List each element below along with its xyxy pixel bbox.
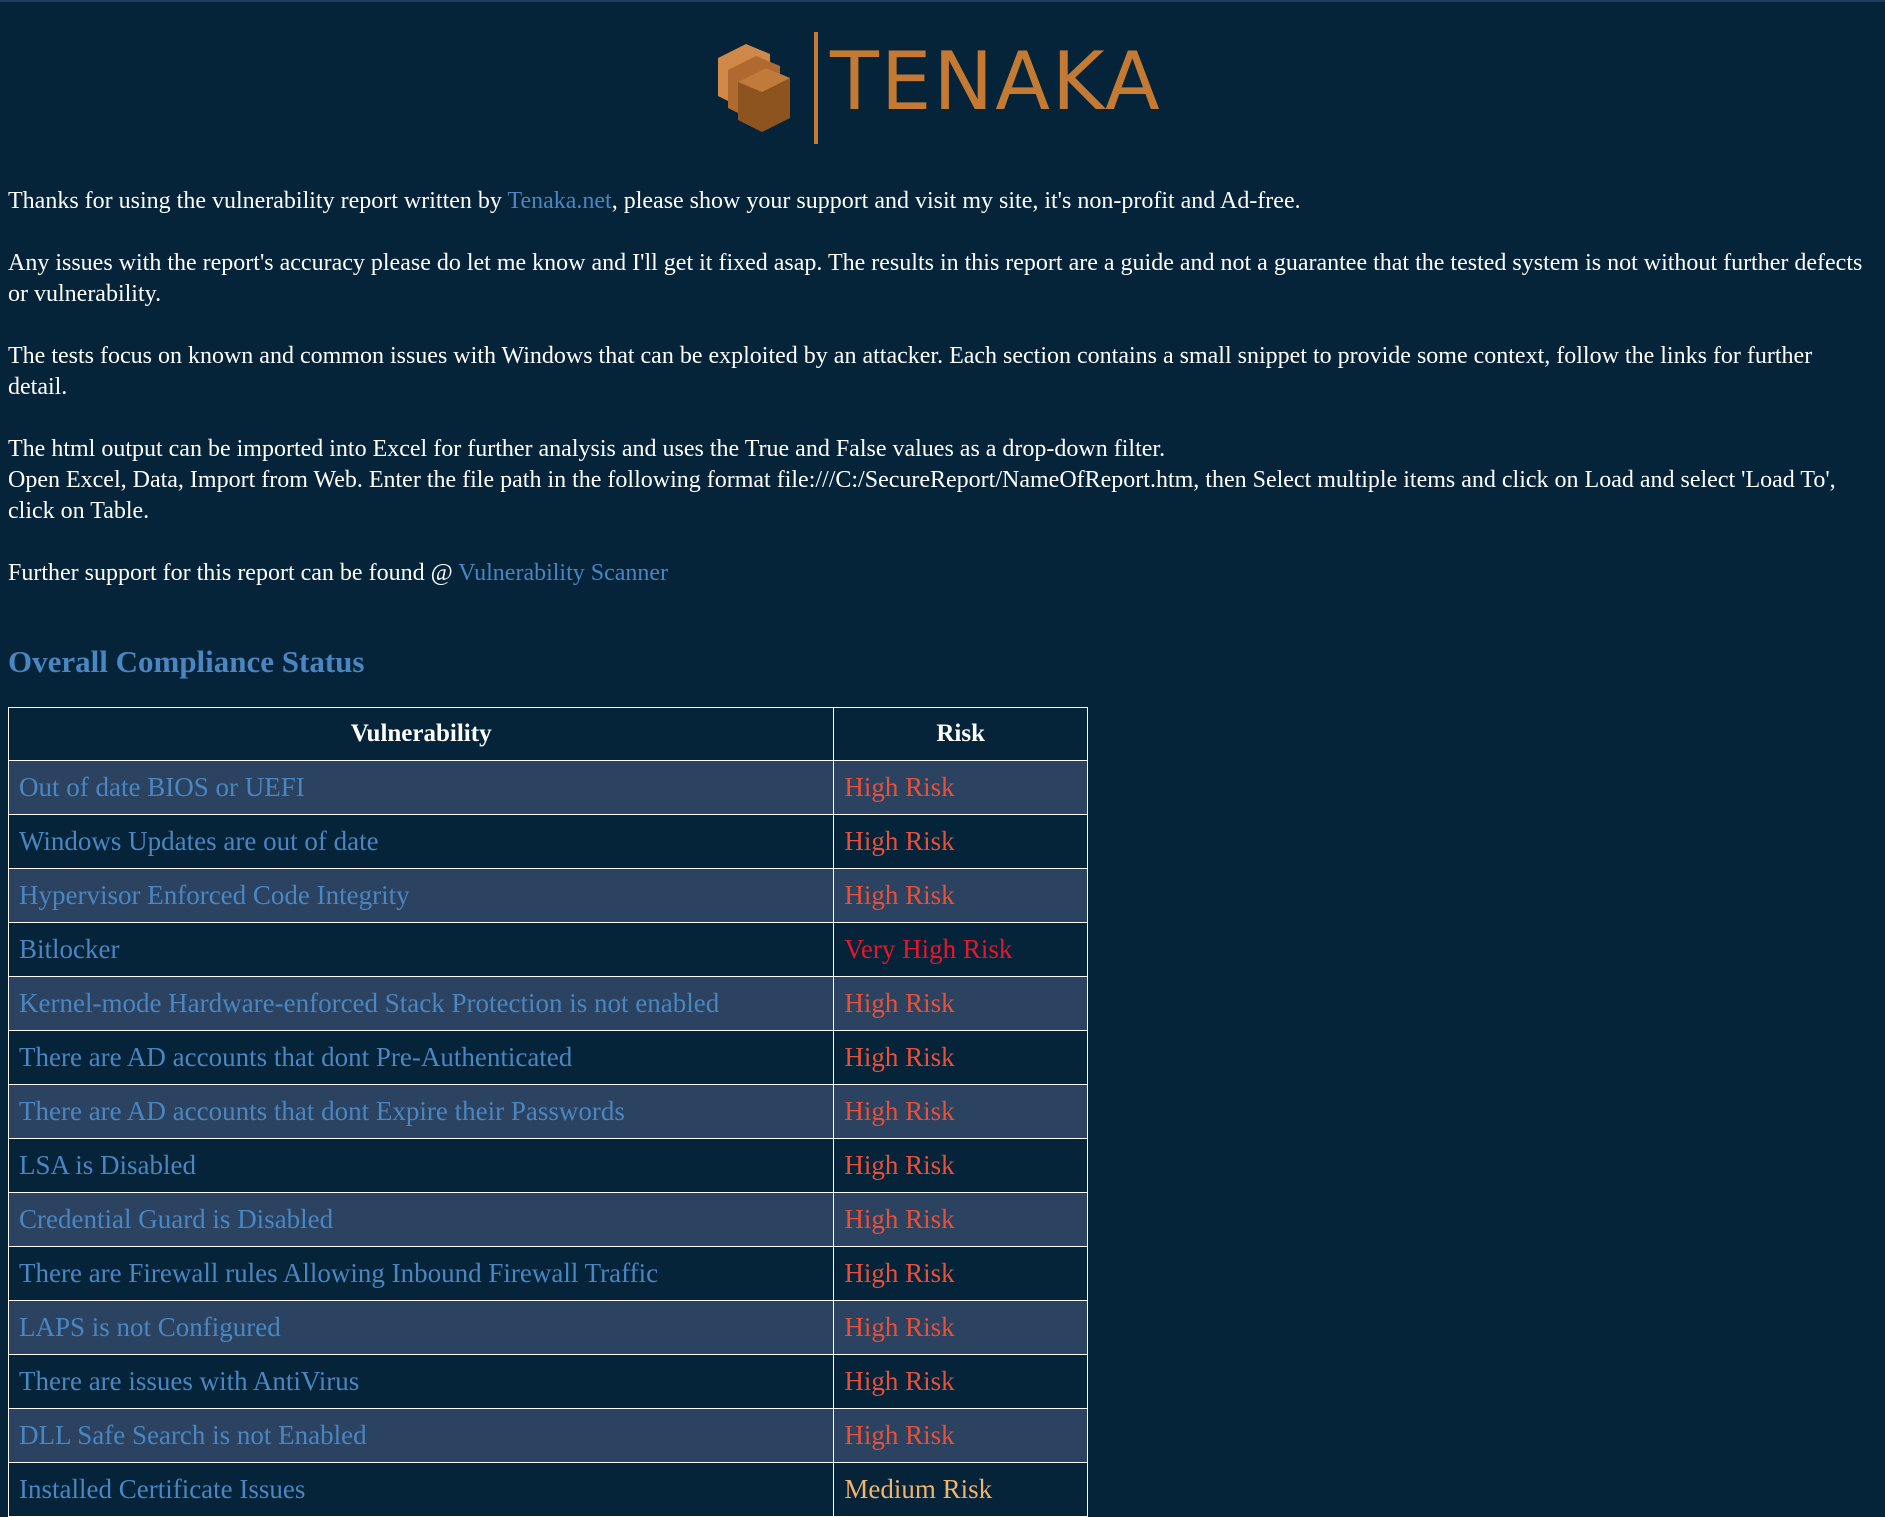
table-row: Out of date BIOS or UEFI High Risk — [7, 760, 1088, 815]
section-title: Overall Compliance Status — [8, 644, 365, 679]
vulnerability-scanner-link[interactable]: Vulnerability Scanner — [458, 560, 668, 586]
top-border — [0, 0, 1885, 2]
intro-paragraph-2: Any issues with the report's accuracy pl… — [8, 250, 1863, 307]
table-row: LSA is Disabled High Risk — [7, 1138, 1088, 1193]
table-row: Windows Updates are out of date High Ris… — [7, 814, 1088, 869]
vulnerability-link[interactable]: Out of date BIOS or UEFI — [7, 760, 835, 815]
intro-p1-text: Thanks for using the vulnerability repor… — [8, 188, 508, 214]
table-row: Bitlocker Very High Risk — [7, 922, 1088, 977]
risk-value: Medium Risk — [833, 1462, 1088, 1517]
table-row: There are issues with AntiVirus High Ris… — [7, 1354, 1088, 1409]
vulnerability-link[interactable]: There are AD accounts that dont Expire t… — [7, 1084, 835, 1139]
vulnerability-link[interactable]: Credential Guard is Disabled — [7, 1192, 835, 1247]
risk-value: High Risk — [833, 1084, 1088, 1139]
logo-wordmark: TENAKA — [830, 35, 1162, 128]
table-row: There are Firewall rules Allowing Inboun… — [7, 1246, 1088, 1301]
risk-value: High Risk — [833, 1354, 1088, 1409]
vulnerability-link[interactable]: Bitlocker — [7, 922, 835, 977]
compliance-table: Vulnerability Risk Out of date BIOS or U… — [7, 707, 1088, 1517]
tenaka-link[interactable]: Tenaka.net — [507, 188, 611, 214]
intro-paragraph-5: Further support for this report can be f… — [8, 558, 1868, 589]
table-row: There are AD accounts that dont Expire t… — [7, 1084, 1088, 1139]
table-row: DLL Safe Search is not Enabled High Risk — [7, 1408, 1088, 1463]
risk-value: High Risk — [833, 1300, 1088, 1355]
table-row: Hypervisor Enforced Code Integrity High … — [7, 868, 1088, 923]
table-row: Installed Certificate Issues Medium Risk — [7, 1462, 1088, 1517]
risk-value: High Risk — [833, 760, 1088, 815]
table-row: Kernel-mode Hardware-enforced Stack Prot… — [7, 976, 1088, 1031]
header-risk: Risk — [833, 707, 1088, 761]
vulnerability-link[interactable]: DLL Safe Search is not Enabled — [7, 1408, 835, 1463]
vulnerability-link[interactable]: Windows Updates are out of date — [7, 814, 835, 869]
intro-p5-text: Further support for this report can be f… — [8, 560, 459, 586]
intro-paragraph-4b: Open Excel, Data, Import from Web. Enter… — [8, 467, 1836, 524]
intro-paragraph-1: Thanks for using the vulnerability repor… — [8, 186, 1868, 217]
vulnerability-link[interactable]: There are issues with AntiVirus — [7, 1354, 835, 1409]
vulnerability-link[interactable]: There are Firewall rules Allowing Inboun… — [7, 1246, 835, 1301]
vulnerability-link[interactable]: There are AD accounts that dont Pre-Auth… — [7, 1030, 835, 1085]
vulnerability-link[interactable]: LAPS is not Configured — [7, 1300, 835, 1355]
risk-value: High Risk — [833, 868, 1088, 923]
header-vulnerability: Vulnerability — [7, 707, 835, 761]
vulnerability-link[interactable]: LSA is Disabled — [7, 1138, 835, 1193]
risk-value: High Risk — [833, 1138, 1088, 1193]
cube-logo-icon — [718, 32, 818, 144]
intro-p1-text-after: , please show your support and visit my … — [611, 188, 1301, 214]
vulnerability-link[interactable]: Installed Certificate Issues — [7, 1462, 835, 1517]
table-row: There are AD accounts that dont Pre-Auth… — [7, 1030, 1088, 1085]
intro-text: Thanks for using the vulnerability repor… — [8, 186, 1868, 620]
table-row: Credential Guard is Disabled High Risk — [7, 1192, 1088, 1247]
tenaka-logo: TENAKA — [714, 30, 1174, 146]
intro-paragraph-3: The tests focus on known and common issu… — [8, 343, 1813, 400]
risk-value: High Risk — [833, 814, 1088, 869]
table-header-row: Vulnerability Risk — [7, 707, 1088, 761]
vulnerability-link[interactable]: Hypervisor Enforced Code Integrity — [7, 868, 835, 923]
intro-paragraph-4a: The html output can be imported into Exc… — [8, 436, 1166, 462]
risk-value: High Risk — [833, 1246, 1088, 1301]
risk-value: High Risk — [833, 976, 1088, 1031]
risk-value: High Risk — [833, 1408, 1088, 1463]
table-row: LAPS is not Configured High Risk — [7, 1300, 1088, 1355]
risk-value: High Risk — [833, 1192, 1088, 1247]
vulnerability-link[interactable]: Kernel-mode Hardware-enforced Stack Prot… — [7, 976, 835, 1031]
risk-value: Very High Risk — [833, 922, 1088, 977]
risk-value: High Risk — [833, 1030, 1088, 1085]
